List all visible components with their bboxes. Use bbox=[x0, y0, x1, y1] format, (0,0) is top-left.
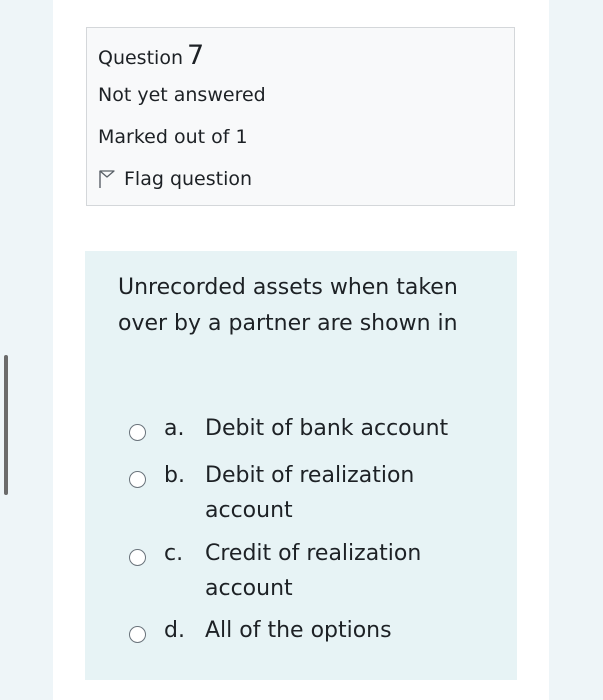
question-number: 7 bbox=[186, 40, 205, 71]
question-heading: Question 7 bbox=[98, 40, 204, 71]
flag-question-link[interactable]: Flag question bbox=[98, 168, 252, 190]
radio-button[interactable] bbox=[129, 626, 146, 643]
answer-text: Debit of realization account bbox=[205, 463, 415, 523]
answer-letter: a. bbox=[164, 416, 185, 441]
question-state: Not yet answered bbox=[98, 84, 266, 106]
answer-letter: d. bbox=[164, 618, 185, 643]
scrollbar-thumb[interactable] bbox=[4, 355, 8, 495]
answer-letter: b. bbox=[164, 463, 185, 488]
radio-button[interactable] bbox=[129, 471, 146, 488]
answer-text: All of the options bbox=[205, 618, 392, 643]
question-label: Question bbox=[98, 47, 183, 69]
answer-letter: c. bbox=[164, 541, 184, 566]
radio-button[interactable] bbox=[129, 424, 146, 441]
question-text: Unrecorded assets when taken over by a p… bbox=[118, 275, 458, 336]
answer-text: Credit of realization account bbox=[205, 541, 422, 601]
question-content: Unrecorded assets when taken over by a p… bbox=[85, 251, 517, 680]
question-marks: Marked out of 1 bbox=[98, 126, 248, 148]
answer-text: Debit of bank account bbox=[205, 416, 449, 441]
flag-question-label: Flag question bbox=[124, 168, 253, 190]
flag-icon bbox=[98, 169, 116, 189]
radio-button[interactable] bbox=[129, 549, 146, 566]
question-info-panel: Question 7 Not yet answered Marked out of… bbox=[86, 27, 515, 206]
